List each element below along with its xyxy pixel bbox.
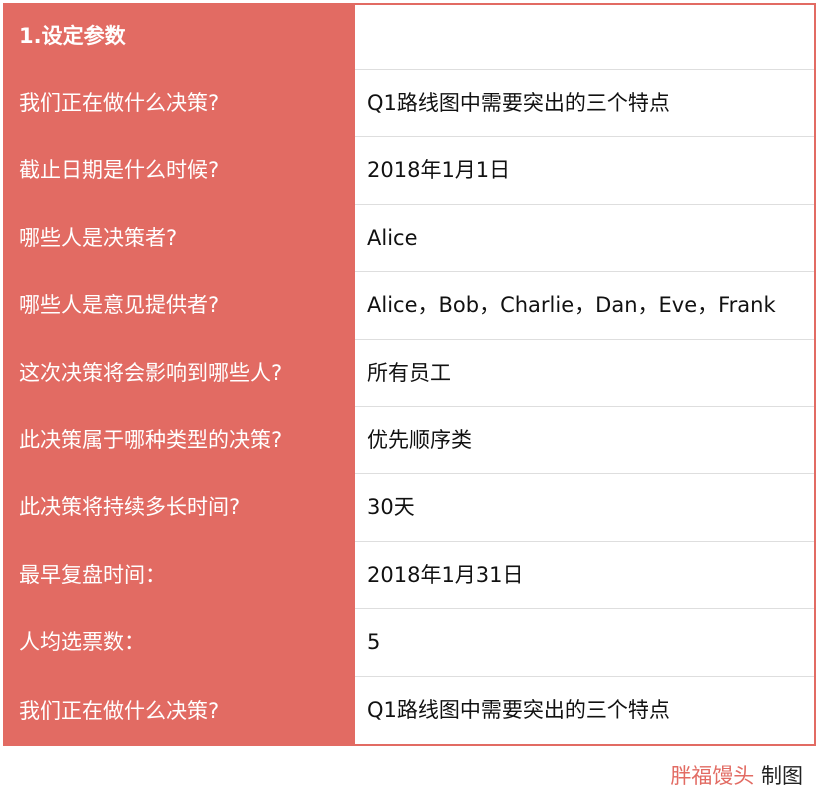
table-cell-label: 此决策将持续多长时间? [3,474,355,542]
table-cell-label: 人均选票数： [3,609,355,677]
table-cell-label: 哪些人是意见提供者? [3,272,355,340]
table-cell-value: 所有员工 [355,340,814,407]
table-cell-value: Q1路线图中需要突出的三个特点 [355,70,814,137]
table-cell-label: 最早复盘时间： [3,542,355,609]
table-cell-value: 2018年1月31日 [355,542,814,609]
table-row: 此决策属于哪种类型的决策? 优先顺序类 [3,407,816,474]
table-row: 我们正在做什么决策? Q1路线图中需要突出的三个特点 [3,70,816,137]
table-row: 截止日期是什么时候? 2018年1月1日 [3,137,816,205]
table-row: 哪些人是意见提供者? Alice，Bob，Charlie，Dan，Eve，Fra… [3,272,816,340]
credit-suffix: 制图 [761,764,803,788]
table-row: 最早复盘时间： 2018年1月31日 [3,542,816,609]
table-cell-value: Alice，Bob，Charlie，Dan，Eve，Frank [355,272,814,340]
table-row: 人均选票数： 5 [3,609,816,677]
credit-brand: 胖福馒头 [670,764,755,788]
table-cell-value: 优先顺序类 [355,407,814,474]
table-row: 我们正在做什么决策? Q1路线图中需要突出的三个特点 [3,677,816,746]
table-row: 哪些人是决策者? Alice [3,205,816,272]
table-cell-label: 此决策属于哪种类型的决策? [3,407,355,474]
image-credit: 胖福馒头 制图 [670,760,803,790]
table-cell-label: 这次决策将会影响到哪些人? [3,340,355,407]
table-row: 此决策将持续多长时间? 30天 [3,474,816,542]
table-cell-value: 30天 [355,474,814,542]
decision-table: 1.设定参数 我们正在做什么决策? Q1路线图中需要突出的三个特点 截止日期是什… [3,3,816,746]
section-title: 1.设定参数 [3,3,355,70]
table-cell-value: Alice [355,205,814,272]
table-cell-label: 我们正在做什么决策? [3,70,355,137]
table-cell-value: Q1路线图中需要突出的三个特点 [355,677,814,744]
table-cell-label: 我们正在做什么决策? [3,677,355,746]
table-cell-value: 5 [355,609,814,677]
table-cell-label: 截止日期是什么时候? [3,137,355,205]
table-row: 1.设定参数 [3,3,816,70]
table-row: 这次决策将会影响到哪些人? 所有员工 [3,340,816,407]
table-cell-value [355,5,814,70]
table-cell-label: 哪些人是决策者? [3,205,355,272]
table-cell-value: 2018年1月1日 [355,137,814,205]
